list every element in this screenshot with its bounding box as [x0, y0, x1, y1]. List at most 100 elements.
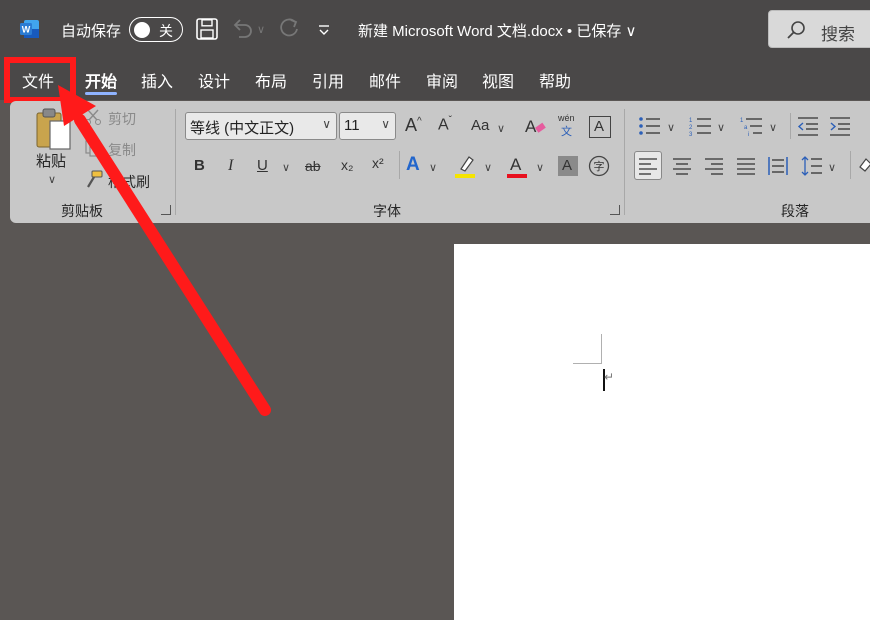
title-bar: W 自动保存 关 ∨ 新建 Microsoft Word 文档.docx • 已… — [0, 0, 870, 58]
font-color-icon[interactable]: A — [506, 153, 530, 179]
subscript-button[interactable]: x₂ — [341, 157, 353, 173]
line-spacing-dropdown-icon[interactable]: ∨ — [828, 161, 836, 174]
copy-icon[interactable] — [84, 139, 102, 157]
grow-font-icon[interactable]: A^ — [405, 115, 422, 136]
autosave-state: 关 — [159, 23, 173, 39]
svg-text:3: 3 — [689, 132, 693, 137]
undo-dropdown-icon[interactable]: ∨ — [257, 23, 265, 36]
save-icon[interactable] — [194, 16, 220, 42]
format-painter-icon[interactable] — [84, 169, 104, 189]
format-painter-label[interactable]: 格式刷 — [108, 172, 150, 192]
font-size-value: 11 — [344, 117, 360, 134]
tab-layout[interactable]: 布局 — [255, 68, 287, 92]
multilevel-dropdown-icon[interactable]: ∨ — [769, 121, 777, 134]
font-name-select[interactable]: 等线 (中文正文) ∨ — [185, 112, 337, 140]
paste-icon[interactable] — [34, 107, 72, 151]
copy-label[interactable]: 复制 — [108, 140, 136, 160]
character-shading-icon[interactable]: A — [558, 156, 578, 176]
multilevel-list-icon[interactable]: 1 a i — [740, 115, 764, 137]
ribbon-home: 粘贴 ∨ 剪切 复制 格式刷 剪贴板 等线 (中文正文) ∨ 11 ∨ A^ A… — [10, 101, 870, 223]
paragraph-group-label: 段落 — [781, 203, 809, 219]
divider — [790, 113, 791, 139]
shading-icon[interactable] — [858, 155, 870, 177]
numbering-icon[interactable]: 1 2 3 — [689, 115, 713, 137]
phonetic-top[interactable]: wén — [558, 113, 575, 123]
paragraph-mark-icon: ↵ — [604, 370, 615, 384]
line-spacing-icon[interactable] — [801, 155, 823, 177]
active-tab-indicator — [85, 92, 117, 95]
margin-corner-mark — [573, 363, 602, 364]
bold-button[interactable]: B — [194, 157, 205, 174]
document-page[interactable] — [454, 244, 870, 620]
search-box[interactable]: 搜索 — [768, 10, 870, 48]
tab-review[interactable]: 审阅 — [426, 68, 458, 92]
character-border-button[interactable]: A — [589, 116, 611, 138]
highlight-dropdown-icon[interactable]: ∨ — [484, 161, 492, 174]
word-logo-icon: W — [20, 20, 39, 38]
chevron-down-icon: ∨ — [322, 117, 331, 131]
tab-insert[interactable]: 插入 — [141, 68, 173, 92]
margin-corner-mark — [601, 334, 602, 363]
decrease-indent-icon[interactable] — [796, 115, 820, 137]
tab-design[interactable]: 设计 — [198, 68, 230, 92]
svg-text:1: 1 — [689, 118, 693, 124]
paste-dropdown-icon[interactable]: ∨ — [48, 173, 56, 186]
clipboard-group-label: 剪贴板 — [61, 203, 103, 219]
distributed-icon[interactable] — [767, 155, 789, 177]
svg-text:A: A — [525, 117, 537, 136]
text-effects-dropdown-icon[interactable]: ∨ — [429, 161, 437, 174]
font-group-label: 字体 — [373, 203, 401, 219]
italic-button[interactable]: I — [228, 157, 233, 175]
clipboard-launcher-icon[interactable] — [161, 205, 171, 215]
tab-references[interactable]: 引用 — [312, 68, 344, 92]
bullets-icon[interactable] — [638, 115, 662, 137]
tab-view[interactable]: 视图 — [482, 68, 514, 92]
justify-icon[interactable] — [736, 156, 756, 176]
increase-indent-icon[interactable] — [828, 115, 852, 137]
strikethrough-button[interactable]: ab — [305, 158, 321, 174]
tab-mailings[interactable]: 邮件 — [369, 68, 401, 92]
divider — [624, 109, 625, 215]
search-icon — [787, 21, 805, 39]
tab-help[interactable]: 帮助 — [539, 68, 571, 92]
align-right-icon[interactable] — [704, 156, 724, 176]
underline-button[interactable]: U — [257, 157, 268, 174]
highlight-icon[interactable] — [454, 153, 478, 179]
font-name-value: 等线 (中文正文) — [190, 120, 295, 137]
enclose-characters-icon[interactable]: 字 — [588, 155, 610, 177]
cut-icon[interactable] — [84, 108, 102, 126]
cut-label[interactable]: 剪切 — [108, 109, 136, 129]
numbering-dropdown-icon[interactable]: ∨ — [717, 121, 725, 134]
svg-text:a: a — [744, 125, 748, 131]
svg-text:2: 2 — [689, 125, 693, 131]
phonetic-guide-button[interactable]: 文 — [561, 123, 572, 139]
superscript-button[interactable]: x² — [372, 155, 384, 171]
autosave-toggle[interactable]: 关 — [129, 17, 183, 42]
change-case-dropdown-icon[interactable]: ∨ — [497, 122, 505, 135]
align-left-icon — [639, 158, 657, 175]
bullets-dropdown-icon[interactable]: ∨ — [667, 121, 675, 134]
font-launcher-icon[interactable] — [610, 205, 620, 215]
text-effects-icon[interactable]: A — [406, 154, 420, 176]
tab-home[interactable]: 开始 — [85, 68, 117, 92]
shrink-font-icon[interactable]: Aˇ — [438, 115, 452, 134]
align-center-icon[interactable] — [672, 156, 692, 176]
divider — [399, 151, 400, 179]
document-title[interactable]: 新建 Microsoft Word 文档.docx • 已保存 ∨ — [358, 20, 637, 41]
redo-icon[interactable] — [276, 16, 302, 42]
paste-label[interactable]: 粘贴 — [36, 150, 66, 171]
change-case-button[interactable]: Aa — [471, 117, 489, 134]
undo-icon[interactable] — [229, 16, 255, 42]
divider — [850, 151, 851, 179]
svg-text:A: A — [510, 155, 522, 174]
align-left-button[interactable] — [634, 151, 662, 180]
autosave-label: 自动保存 — [61, 23, 122, 40]
clear-formatting-icon[interactable]: A — [524, 115, 548, 137]
font-size-select[interactable]: 11 ∨ — [339, 112, 396, 140]
file-tab-highlight — [4, 57, 76, 103]
chevron-down-icon: ∨ — [381, 117, 390, 131]
svg-text:i: i — [748, 132, 749, 137]
font-color-dropdown-icon[interactable]: ∨ — [536, 161, 544, 174]
underline-dropdown-icon[interactable]: ∨ — [282, 161, 290, 174]
customize-qat-icon[interactable] — [311, 16, 337, 42]
